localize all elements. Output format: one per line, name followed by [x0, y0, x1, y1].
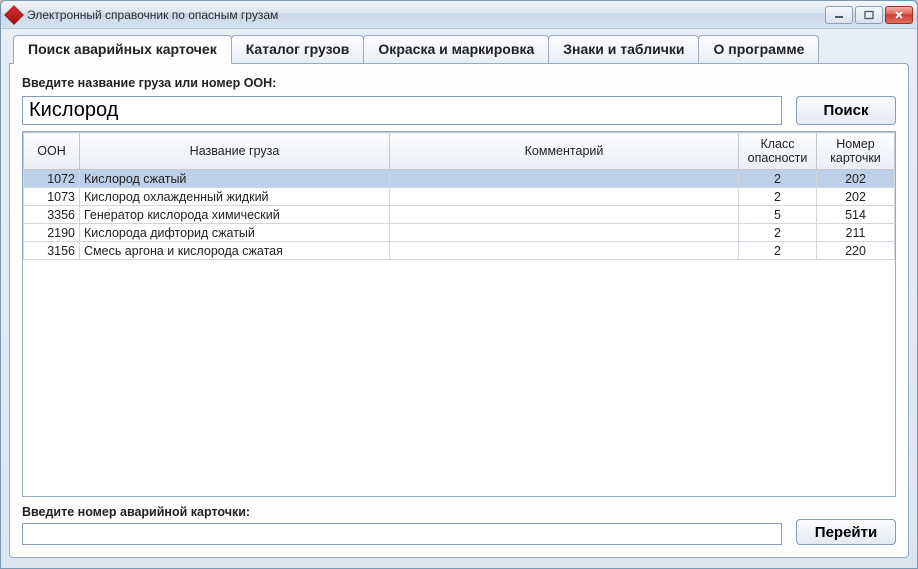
cell-oon[interactable]: 3156: [24, 242, 80, 260]
card-number-prompt: Введите номер аварийной карточки:: [22, 505, 782, 519]
cell-card[interactable]: 220: [817, 242, 895, 260]
tab-about[interactable]: О программе: [698, 35, 819, 63]
cell-name[interactable]: Смесь аргона и кислорода сжатая: [80, 242, 390, 260]
card-number-input[interactable]: [22, 523, 782, 545]
cell-oon[interactable]: 2190: [24, 224, 80, 242]
cell-comment[interactable]: [390, 206, 739, 224]
window-title: Электронный справочник по опасным грузам: [27, 8, 825, 22]
cell-name[interactable]: Кислород охлажденный жидкий: [80, 188, 390, 206]
titlebar[interactable]: Электронный справочник по опасным грузам: [1, 1, 917, 29]
cell-name[interactable]: Кислород сжатый: [80, 170, 390, 188]
col-comment[interactable]: Комментарий: [390, 133, 739, 170]
tab-search-cards[interactable]: Поиск аварийных карточек: [13, 35, 232, 64]
cell-oon[interactable]: 1072: [24, 170, 80, 188]
grid-empty-area[interactable]: [23, 260, 895, 496]
table-row[interactable]: 2190Кислорода дифторид сжатый 2211: [24, 224, 895, 242]
col-name[interactable]: Название груза: [80, 133, 390, 170]
results-grid: ООН Название груза Комментарий Класс опа…: [22, 131, 896, 497]
col-oon[interactable]: ООН: [24, 133, 80, 170]
app-icon: [4, 5, 24, 25]
search-row: Поиск: [22, 96, 896, 125]
cell-card[interactable]: 202: [817, 170, 895, 188]
cell-class[interactable]: 5: [739, 206, 817, 224]
cell-comment[interactable]: [390, 188, 739, 206]
bottom-row: Введите номер аварийной карточки: Перейт…: [22, 503, 896, 545]
cell-class[interactable]: 2: [739, 242, 817, 260]
cell-class[interactable]: 2: [739, 224, 817, 242]
maximize-button[interactable]: [855, 6, 883, 24]
client-area: Поиск аварийных карточек Каталог грузов …: [1, 29, 917, 568]
grid-header-row: ООН Название груза Комментарий Класс опа…: [24, 133, 895, 170]
cell-name[interactable]: Генератор кислорода химический: [80, 206, 390, 224]
table-row[interactable]: 3356Генератор кислорода химический 5514: [24, 206, 895, 224]
cell-comment[interactable]: [390, 242, 739, 260]
cell-class[interactable]: 2: [739, 170, 817, 188]
cell-comment[interactable]: [390, 170, 739, 188]
col-card[interactable]: Номер карточки: [817, 133, 895, 170]
cell-card[interactable]: 211: [817, 224, 895, 242]
col-class[interactable]: Класс опасности: [739, 133, 817, 170]
close-button[interactable]: [885, 6, 913, 24]
tab-signs[interactable]: Знаки и таблички: [548, 35, 699, 63]
cell-card[interactable]: 202: [817, 188, 895, 206]
cell-name[interactable]: Кислорода дифторид сжатый: [80, 224, 390, 242]
cell-oon[interactable]: 3356: [24, 206, 80, 224]
cell-class[interactable]: 2: [739, 188, 817, 206]
table-row[interactable]: 1073Кислород охлажденный жидкий 2202: [24, 188, 895, 206]
cell-card[interactable]: 514: [817, 206, 895, 224]
cell-oon[interactable]: 1073: [24, 188, 80, 206]
app-window: Электронный справочник по опасным грузам…: [0, 0, 918, 569]
tab-marking[interactable]: Окраска и маркировка: [363, 35, 549, 63]
tab-panel: Введите название груза или номер ООН: По…: [9, 63, 909, 558]
search-button[interactable]: Поиск: [796, 96, 896, 125]
search-input[interactable]: [22, 96, 782, 125]
tab-catalog[interactable]: Каталог грузов: [231, 35, 365, 63]
table-row[interactable]: 1072Кислород сжатый 2202: [24, 170, 895, 188]
search-prompt: Введите название груза или номер ООН:: [22, 76, 896, 90]
cell-comment[interactable]: [390, 224, 739, 242]
tab-strip: Поиск аварийных карточек Каталог грузов …: [13, 35, 909, 63]
window-controls: [825, 6, 913, 24]
minimize-button[interactable]: [825, 6, 853, 24]
card-number-group: Введите номер аварийной карточки:: [22, 503, 782, 545]
table-row[interactable]: 3156Смесь аргона и кислорода сжатая 2220: [24, 242, 895, 260]
go-button[interactable]: Перейти: [796, 519, 896, 545]
